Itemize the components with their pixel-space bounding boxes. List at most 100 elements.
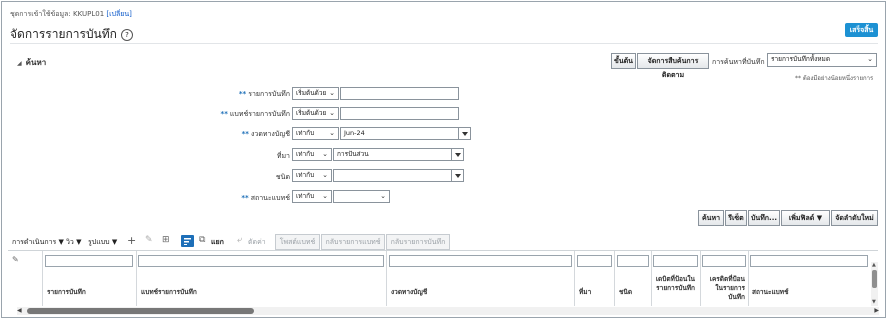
add-icon[interactable]: + [127, 234, 136, 247]
help-icon[interactable]: ? [120, 29, 133, 41]
edit-row-icon[interactable]: ✎ [12, 255, 19, 264]
accounting-period-operator-select[interactable]: เท่ากับ ⌄ [292, 127, 339, 140]
freeze-icon[interactable]: ⊞ [162, 235, 170, 245]
category-dropdown-icon[interactable] [452, 169, 464, 182]
wrap-icon: ⤶ [237, 235, 243, 245]
column-divider [614, 251, 615, 306]
reverse-batch-button[interactable]: กลับรายการแบทช์ [321, 234, 385, 250]
filter-credit[interactable] [702, 255, 746, 267]
category-operator-select[interactable]: เท่ากับ ⌄ [292, 169, 332, 182]
save-search-button[interactable]: บันทึก... [748, 210, 780, 226]
filter-batch-status[interactable] [750, 255, 868, 267]
chevron-down-icon: ⌄ [867, 55, 873, 63]
search-section-title: ค้นหา [25, 58, 47, 67]
filter-category[interactable] [617, 255, 649, 267]
reorder-button[interactable]: จัดลำดับใหม่ [831, 210, 878, 226]
filter-journal[interactable] [45, 255, 133, 267]
edit-value-button[interactable]: ตัดค่า [248, 237, 266, 248]
query-by-example-icon[interactable] [181, 235, 194, 247]
chevron-down-icon: ⌄ [322, 192, 328, 200]
journal-batch-operator-select[interactable]: เริ่มต้นด้วย ⌄ [292, 107, 339, 120]
chevron-down-icon: ⌄ [380, 192, 386, 200]
vertical-scrollbar[interactable]: ▲ ▼ [871, 262, 878, 306]
journal-input[interactable] [340, 87, 459, 100]
format-menu[interactable]: รูปแบบ ▼ [88, 237, 117, 248]
journal-operator-select[interactable]: เริ่มต้นด้วย ⌄ [292, 87, 339, 100]
horizontal-scrollbar-thumb[interactable] [27, 308, 254, 314]
column-header-source[interactable]: ที่มา [579, 287, 591, 297]
column-divider [748, 251, 749, 306]
scroll-up-icon[interactable]: ▲ [872, 262, 876, 268]
vertical-scrollbar-thumb[interactable] [872, 270, 877, 288]
column-divider [42, 251, 43, 306]
edit-icon[interactable]: ✎ [145, 235, 153, 245]
column-header-batch-status[interactable]: สถานะแบทช์ [752, 287, 789, 297]
saved-search-select[interactable]: รายการบันทึกทั้งหมด ⌄ [767, 53, 877, 67]
field-label-accounting-period: ** งวดทางบัญชี [241, 130, 290, 138]
actions-menu[interactable]: การดำเนินการ ▼ [12, 237, 64, 248]
detach-icon[interactable]: ⧉ [199, 235, 205, 245]
column-header-accounting-period[interactable]: งวดทางบัญชี [391, 287, 427, 297]
filter-journal-batch[interactable] [138, 255, 384, 267]
column-divider [574, 251, 575, 306]
filter-debit[interactable] [653, 255, 698, 267]
search-button[interactable]: ค้นหา [698, 210, 724, 226]
column-header-journal[interactable]: รายการบันทึก [47, 287, 86, 297]
chevron-down-icon: ▼ [76, 238, 82, 246]
scroll-right-icon[interactable]: ▶ [874, 307, 879, 315]
basic-search-button[interactable]: ขั้นต้น [611, 53, 636, 69]
accounting-period-input[interactable]: Jun-24 [340, 127, 459, 140]
journal-batch-input[interactable] [340, 107, 459, 120]
required-note: ** ต้องมีอย่างน้อยหนึ่งรายการ [795, 75, 874, 82]
field-label-category: ชนิด [275, 173, 290, 181]
field-label-journal-batch: ** แบทช์รายการบันทึก [220, 110, 290, 118]
saved-search-value: รายการบันทึกทั้งหมด [771, 55, 831, 63]
field-label-journal: ** รายการบันทึก [238, 90, 290, 98]
dataset-label: ชุดการเข้าใช้ข้อมูล: [10, 10, 71, 18]
field-label-batch-status: ** สถานะแบทช์ [241, 194, 290, 202]
column-header-entered-debit[interactable]: เดบิตที่ป้อนในรายการบันทึก [655, 275, 695, 293]
collapse-triangle-icon[interactable]: ◢ [17, 60, 22, 67]
filter-source[interactable] [577, 255, 612, 267]
source-operator-select[interactable]: เท่ากับ ⌄ [292, 148, 332, 161]
column-header-journal-batch[interactable]: แบทช์รายการบันทึก [141, 287, 197, 297]
done-button[interactable]: เสร็จสิ้น [845, 23, 878, 37]
reset-button[interactable]: รีเซ็ต [725, 210, 747, 226]
horizontal-scrollbar[interactable]: ◀ ▶ [17, 307, 879, 315]
search-section-header[interactable]: ◢ ค้นหา [17, 56, 46, 69]
saved-search-label: การค้นหาที่บันทึก [712, 58, 765, 66]
scroll-left-icon[interactable]: ◀ [17, 307, 22, 315]
chevron-down-icon: ▼ [58, 238, 64, 246]
column-divider [651, 251, 652, 306]
chevron-down-icon: ▼ [816, 214, 823, 222]
category-input[interactable] [333, 169, 452, 182]
reverse-journal-button[interactable]: กลับรายการบันทึก [386, 234, 450, 250]
scroll-down-icon[interactable]: ▼ [872, 299, 876, 305]
chevron-down-icon: ⌄ [322, 150, 328, 158]
column-divider [386, 251, 387, 306]
column-divider [136, 251, 137, 306]
page-title: จัดการรายการบันทึก [10, 27, 117, 41]
chevron-down-icon: ⌄ [322, 171, 328, 179]
source-input[interactable]: การปันส่วน [333, 148, 452, 161]
add-fields-button[interactable]: เพิ่มฟิลด์ ▼ [781, 210, 830, 226]
source-dropdown-icon[interactable] [452, 148, 464, 161]
filter-accounting-period[interactable] [389, 255, 572, 267]
batch-status-select[interactable]: ⌄ [333, 190, 390, 203]
dataset-info: ชุดการเข้าใช้ข้อมูล: KKUPL01 [เปลี่ยน] [10, 9, 132, 20]
manage-saved-searches-button[interactable]: จัดการสืบค้นการติดตาม [637, 53, 709, 79]
post-batch-button[interactable]: โพสต์แบทช์ [275, 234, 320, 250]
view-menu[interactable]: วิว ▼ [66, 237, 82, 248]
header-divider [10, 43, 878, 44]
chevron-down-icon: ⌄ [329, 109, 335, 117]
chevron-down-icon: ⌄ [329, 89, 335, 97]
chevron-down-icon: ▼ [111, 238, 118, 246]
column-header-category[interactable]: ชนิด [619, 287, 632, 297]
change-dataset-link[interactable]: [เปลี่ยน] [106, 10, 131, 18]
column-header-entered-credit[interactable]: เครดิตที่ป้อนในรายการบันทึก [703, 275, 745, 302]
column-divider [700, 251, 701, 306]
accounting-period-dropdown-icon[interactable] [459, 127, 471, 140]
dataset-value: KKUPL01 [73, 10, 105, 18]
detach-label[interactable]: แยก [211, 237, 224, 248]
batch-status-operator-select[interactable]: เท่ากับ ⌄ [292, 190, 332, 203]
